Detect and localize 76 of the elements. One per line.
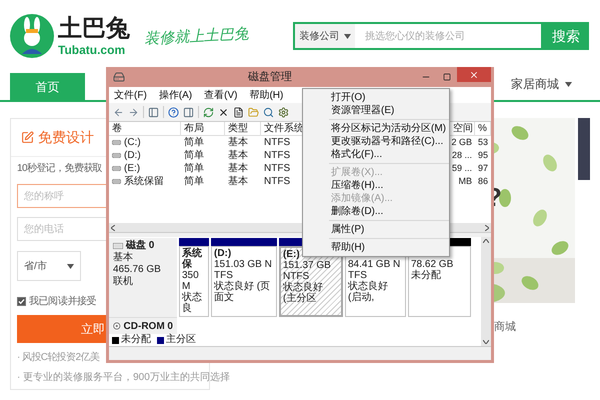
context-menu-item[interactable]: 打开(O) xyxy=(303,91,449,104)
partition-name: (E:) xyxy=(283,249,301,260)
partition-name: (D:) xyxy=(214,248,232,259)
partition-size: 84.41 GB NTFS xyxy=(348,259,402,281)
disk-name: 磁盘 0 xyxy=(126,240,154,252)
column-header[interactable]: 布局 xyxy=(181,122,225,136)
table-cell-text: 基本 xyxy=(227,162,249,175)
context-menu-item[interactable]: 更改驱动器号和路径(C)... xyxy=(303,135,449,148)
logo-title: 土巴兔 xyxy=(58,16,130,40)
slogan: 装修就上土巴兔 xyxy=(143,23,250,50)
form-intro: 10秒登记，免费获取 xyxy=(17,163,101,175)
menu-item[interactable]: 文件(F) xyxy=(114,88,147,102)
context-menu-item[interactable]: 将分区标记为活动分区(M) xyxy=(303,122,449,135)
table-cell-text: 86 xyxy=(476,175,489,188)
partition-size: 350 M xyxy=(182,270,199,292)
table-cell: (D:) xyxy=(124,149,141,162)
column-header[interactable]: 卷 xyxy=(109,122,181,136)
context-menu-item[interactable]: 格式化(F)... xyxy=(303,148,449,161)
form-title: 免费设计 xyxy=(38,128,94,147)
partition-status: 状态良好 (主分区 xyxy=(283,282,324,304)
table-cell-text: 2 GB xyxy=(450,136,473,149)
cdrom-name: CD-ROM 0 xyxy=(124,320,173,334)
disk-size: 465.76 GB xyxy=(113,264,162,276)
form-note: · 更专业的装修服务平台，900万业主的共同选择 xyxy=(17,372,230,384)
context-menu-item[interactable]: 属性(P) xyxy=(303,223,449,236)
table-cell: (C:) xyxy=(124,136,141,149)
agree-label: 我已阅读并接受 xyxy=(29,294,96,309)
window-title: 磁盘管理 xyxy=(247,70,293,85)
mall-dropdown[interactable]: 家居商城 xyxy=(511,75,572,93)
table-cell-text: MB xyxy=(458,175,473,188)
table-cell-text: 基本 xyxy=(227,175,249,188)
partition[interactable]: 系统保 350 M 状态良 xyxy=(179,246,209,317)
table-cell-text: 基本 xyxy=(227,149,249,162)
column-header[interactable]: % xyxy=(475,122,491,136)
table-cell-text: 28 ... xyxy=(450,149,473,162)
partition-status: 状态良好 (页面文 xyxy=(214,281,272,303)
table-cell-text: 53 xyxy=(476,136,489,149)
partition-status: 未分配 xyxy=(411,270,442,281)
partition[interactable]: 78.62 GB 未分配 xyxy=(408,246,471,317)
partition-status: 状态良 xyxy=(182,292,203,314)
logo-domain: Tubatu.com xyxy=(58,44,126,56)
table-cell-text: NTFS xyxy=(263,136,292,149)
disk-status: 联机 xyxy=(113,276,134,288)
legend-label: 主分区 xyxy=(166,334,196,346)
menu-item[interactable]: 查看(V) xyxy=(204,88,238,102)
table-cell: (E:) xyxy=(124,162,140,175)
table-cell-text: NTFS xyxy=(263,175,292,188)
legend-label: 未分配 xyxy=(121,334,151,346)
form-field[interactable]: 您的称呼 xyxy=(17,184,107,208)
partition[interactable]: (D:) 151.03 GB NTFS 状态良好 (页面文 xyxy=(211,246,277,317)
table-cell-text: 97 xyxy=(476,162,489,175)
table-cell-text: 95 xyxy=(476,149,489,162)
form-field[interactable]: 您的电话 xyxy=(17,217,107,241)
table-cell-text: 基本 xyxy=(227,136,249,149)
form-note: · 风投C轮投资2亿美 xyxy=(17,352,100,364)
mall-label: 商城 xyxy=(494,320,517,335)
partition-size: 151.37 GB NTFS xyxy=(283,260,332,282)
partition-name: 系统保 xyxy=(182,248,203,270)
table-cell-text: 简单 xyxy=(183,162,205,175)
context-menu-item[interactable]: 压缩卷(H)... xyxy=(303,179,449,192)
table-cell-text: 简单 xyxy=(183,136,205,149)
table-cell-text: 59 ... xyxy=(450,162,473,175)
column-header[interactable]: 类型 xyxy=(225,122,261,136)
table-cell-text: 简单 xyxy=(183,149,205,162)
table-cell-text: NTFS xyxy=(263,149,292,162)
partition-status: 状态良好 (启动, xyxy=(348,281,389,303)
disk-type: 基本 xyxy=(113,252,134,264)
region-select[interactable]: 省/市 xyxy=(17,251,81,281)
menu-item[interactable]: 帮助(H) xyxy=(249,88,284,102)
table-cell: 系统保留 xyxy=(124,175,164,188)
table-cell-text: NTFS xyxy=(263,162,292,175)
menu-item[interactable]: 操作(A) xyxy=(158,88,192,102)
context-menu-item[interactable]: 删除卷(D)... xyxy=(303,205,449,218)
partition-size: 151.03 GB NTFS xyxy=(214,259,273,281)
partition-size: 78.62 GB xyxy=(411,259,454,270)
table-cell-text: 简单 xyxy=(183,175,205,188)
